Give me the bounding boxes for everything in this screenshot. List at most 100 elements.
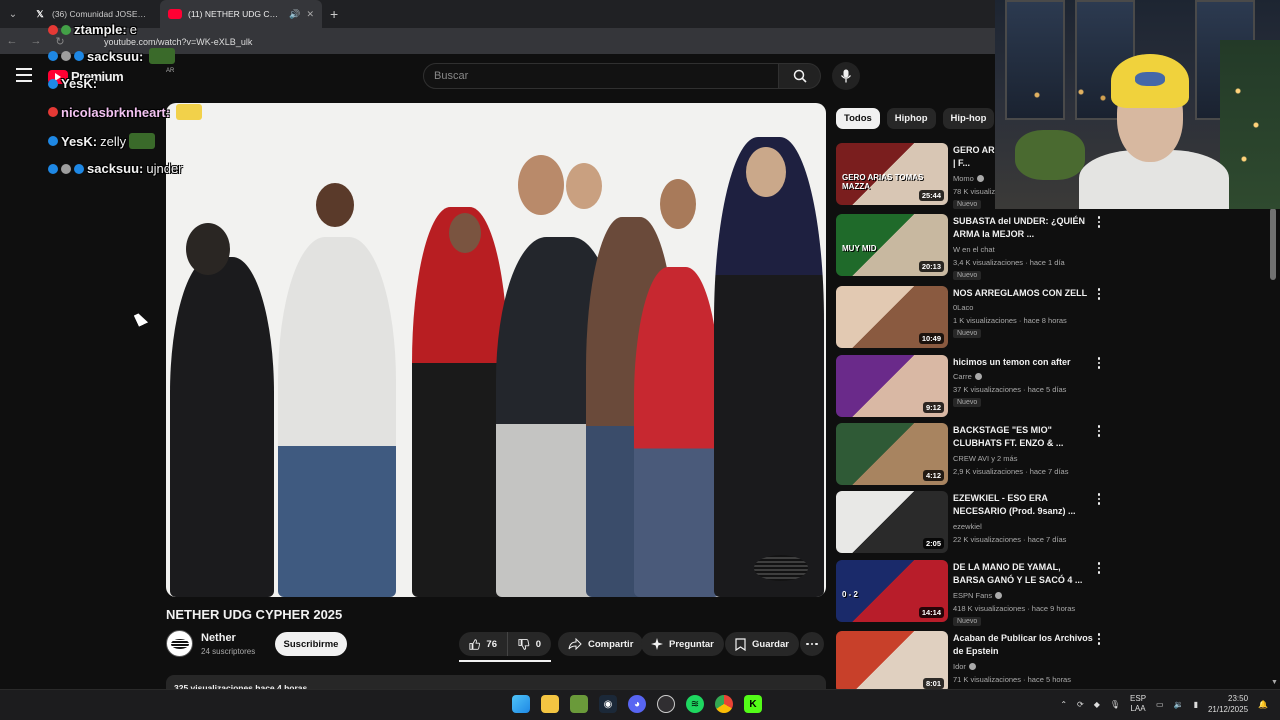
video-thumbnail[interactable]: 10:49 xyxy=(836,286,948,348)
search-button[interactable] xyxy=(779,63,821,89)
ask-button[interactable]: Preguntar xyxy=(641,632,724,656)
url-field[interactable]: youtube.com/watch?v=WK-eXLB_ulk xyxy=(104,37,252,47)
webcam-city-lights xyxy=(1015,80,1125,110)
chevron-up-icon[interactable]: ⌃ xyxy=(1060,700,1067,709)
microphone-icon xyxy=(840,69,852,83)
save-button[interactable]: Guardar xyxy=(725,632,799,656)
video-thumbnail[interactable]: 4:12 xyxy=(836,423,948,485)
recommendation-channel[interactable]: ESPN Fans xyxy=(953,591,1003,600)
chrome-icon[interactable] xyxy=(715,695,733,713)
share-button[interactable]: Compartir xyxy=(558,632,644,656)
recommendation-channel[interactable]: Momo xyxy=(953,174,984,183)
recommendation-item[interactable]: 0 - 2 14:14 DE LA MANO DE YAMAL, BARSA GAN… xyxy=(836,560,1104,626)
chat-badge-icon xyxy=(48,51,58,61)
video-thumbnail[interactable]: MUY MID 20:13 xyxy=(836,214,948,276)
recommendation-title[interactable]: DE LA MANO DE YAMAL, BARSA GANÓ Y LE SAC… xyxy=(953,561,1093,587)
microphone-tray-icon[interactable]: 🎙 xyxy=(1110,700,1120,709)
chip-hip-hop[interactable]: Hip-hop xyxy=(942,108,995,129)
back-icon[interactable]: ← xyxy=(0,35,24,47)
tab-active[interactable]: (11) NETHER UDG CYPHER 2025 🔊 ✕ xyxy=(160,0,322,28)
scrollbar-thumb[interactable] xyxy=(1270,208,1276,280)
video-thumbnail[interactable]: 8:01 xyxy=(836,631,948,693)
minecraft-icon[interactable] xyxy=(570,695,588,713)
tab-search-button[interactable]: ⌄ xyxy=(0,0,26,28)
channel-name[interactable]: Nether xyxy=(201,632,236,644)
video-figure-head xyxy=(660,179,696,229)
clock[interactable]: 23:50 21/12/2025 xyxy=(1208,693,1248,715)
x-logo-icon: 𝕏 xyxy=(36,8,44,19)
hamburger-menu-icon[interactable] xyxy=(16,68,32,82)
forward-icon[interactable]: → xyxy=(24,35,48,47)
chat-emote-icon xyxy=(176,104,203,120)
recommendation-title[interactable]: hicimos un temon con after xyxy=(953,356,1093,369)
scroll-down-icon[interactable]: ▼ xyxy=(1271,679,1278,686)
video-figure xyxy=(278,237,396,597)
recommendation-title[interactable]: BACKSTAGE "ES MIO" CLUBHATS FT. ENZO & .… xyxy=(953,424,1093,450)
recommendation-channel[interactable]: CREW AVI y 2 más xyxy=(953,454,1017,463)
video-figure xyxy=(714,137,824,597)
discord-icon[interactable]: ◕ xyxy=(628,695,646,713)
spotify-icon[interactable]: ≋ xyxy=(686,695,704,713)
file-explorer-icon[interactable] xyxy=(541,695,559,713)
like-button[interactable]: 76 xyxy=(459,632,507,656)
more-actions-button[interactable] xyxy=(800,632,824,656)
video-watermark xyxy=(754,555,808,581)
recommendation-more-icon[interactable] xyxy=(1094,288,1104,300)
chip-hiphop[interactable]: Hiphop xyxy=(886,108,936,129)
recommendation-more-icon[interactable] xyxy=(1094,216,1104,228)
recommendation-item[interactable]: 8:01 Acaban de Publicar los Archivos de E… xyxy=(836,631,1104,693)
sync-icon[interactable]: ⟳ xyxy=(1077,700,1084,709)
dislike-button[interactable]: 0 xyxy=(507,632,551,656)
video-thumbnail[interactable]: 2:05 xyxy=(836,491,948,553)
video-thumbnail[interactable]: GERO ARIAS TOMAS MAZZA 25:44 xyxy=(836,143,948,205)
video-thumbnail[interactable]: 0 - 2 14:14 xyxy=(836,560,948,622)
voice-search-button[interactable] xyxy=(832,62,860,90)
language-indicator[interactable]: ESP LAA xyxy=(1130,694,1146,714)
recommendation-item[interactable]: 4:12 BACKSTAGE "ES MIO" CLUBHATS FT. ENZO… xyxy=(836,423,1104,485)
chat-username: ztample: xyxy=(74,22,127,37)
chat-username: YesK: xyxy=(61,76,98,91)
close-tab-icon[interactable]: ✕ xyxy=(306,9,314,20)
recommendation-more-icon[interactable] xyxy=(1094,357,1104,369)
webcam-overlay xyxy=(995,0,1280,209)
recommendation-title[interactable]: Acaban de Publicar los Archivos de Epste… xyxy=(953,632,1093,658)
recommendation-more-icon[interactable] xyxy=(1094,493,1104,505)
security-icon[interactable]: ◆ xyxy=(1094,700,1100,709)
recommendation-more-icon[interactable] xyxy=(1094,633,1104,645)
new-tab-button[interactable]: + xyxy=(322,6,346,22)
recommendation-more-icon[interactable] xyxy=(1094,425,1104,437)
recommendation-channel[interactable]: W en el chat xyxy=(953,245,995,254)
recommendation-item[interactable]: 2:05 EZEWKIEL - ESO ERA NECESARIO (Prod. … xyxy=(836,491,1104,553)
recommendation-channel[interactable]: Idor xyxy=(953,662,976,671)
network-icon[interactable]: ▭ xyxy=(1156,700,1164,709)
search-input[interactable]: Buscar xyxy=(423,63,779,89)
recommendation-title[interactable]: NOS ARREGLAMOS CON ZELL xyxy=(953,287,1093,300)
video-thumbnail[interactable]: 9:12 xyxy=(836,355,948,417)
chat-text: e xyxy=(129,22,137,37)
notification-icon[interactable]: 🔔 xyxy=(1258,700,1268,709)
description-box[interactable]: 325 visualizaciones hace 4 horas xyxy=(166,675,826,689)
recommendation-channel[interactable]: 0Laco xyxy=(953,303,973,312)
obs-icon[interactable] xyxy=(657,695,675,713)
recommendation-item[interactable]: 9:12 hicimos un temon con after Carre 37 K … xyxy=(836,355,1104,417)
steam-icon[interactable]: ◉ xyxy=(599,695,617,713)
speaker-icon[interactable]: 🔊 xyxy=(289,9,300,20)
recommendation-meta: 22 K visualizaciones · hace 7 días xyxy=(953,535,1067,544)
video-player[interactable] xyxy=(166,103,826,597)
recommendation-item[interactable]: MUY MID 20:13 SUBASTA del UNDER: ¿QUIÉN AR… xyxy=(836,214,1104,280)
recommendation-channel[interactable]: Carre xyxy=(953,372,982,381)
recommendation-title[interactable]: SUBASTA del UNDER: ¿QUIÉN ARMA la MEJOR … xyxy=(953,215,1093,241)
recommendation-more-icon[interactable] xyxy=(1094,562,1104,574)
recommendation-item[interactable]: 10:49 NOS ARREGLAMOS CON ZELL 0Laco 1 K vis… xyxy=(836,286,1104,348)
kick-icon[interactable]: K xyxy=(744,695,762,713)
channel-avatar[interactable] xyxy=(166,630,193,657)
recommendation-title[interactable]: EZEWKIEL - ESO ERA NECESARIO (Prod. 9san… xyxy=(953,492,1093,518)
battery-icon[interactable]: ▮ xyxy=(1194,700,1198,709)
thumbnail-overlay-text: 0 - 2 xyxy=(842,590,859,599)
windows-start-icon[interactable] xyxy=(512,695,530,713)
chip-todos[interactable]: Todos xyxy=(836,108,880,129)
recommendation-channel[interactable]: ezewkiel xyxy=(953,522,982,531)
volume-icon[interactable]: 🔉 xyxy=(1174,700,1184,709)
sparkle-icon xyxy=(651,638,663,650)
subscribe-button[interactable]: Suscribirme xyxy=(275,632,347,656)
